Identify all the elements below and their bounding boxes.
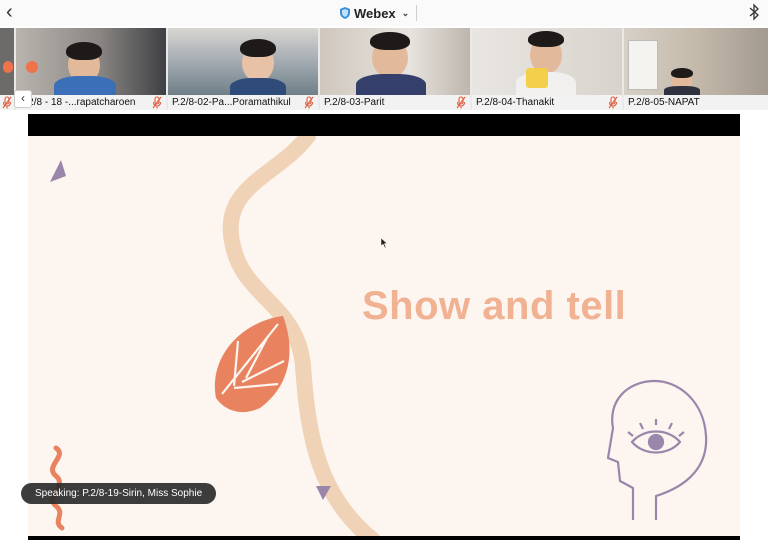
slide-decoration xyxy=(50,136,708,540)
presentation-slide: Show and tell xyxy=(28,136,740,540)
muted-mic-icon xyxy=(2,96,12,109)
meeting-title-menu[interactable]: Webex ⌄ xyxy=(340,4,409,22)
triangle-shape xyxy=(50,160,66,182)
participant-video xyxy=(472,28,622,100)
muted-mic-icon xyxy=(152,96,162,109)
recording-indicator-edge xyxy=(3,61,13,73)
participant-name: P.2/8 - 18 -...rapatcharoen xyxy=(16,95,166,110)
participant-tile[interactable]: P.2/8-02-Pa...Poramathikul xyxy=(168,28,318,110)
participant-tile[interactable]: P.2/8-05-NAPAT xyxy=(624,28,768,110)
monstera-leaf-icon xyxy=(214,316,290,413)
participant-video xyxy=(320,28,470,100)
participant-tile[interactable]: P.2/8-04-Thanakit xyxy=(472,28,622,110)
chevron-down-icon: ⌄ xyxy=(401,7,410,18)
participant-video xyxy=(624,28,768,96)
mouse-pointer-icon xyxy=(381,238,388,248)
muted-mic-icon xyxy=(608,96,618,109)
muted-mic-icon xyxy=(456,96,466,109)
bottom-letterbox xyxy=(28,536,740,540)
head-eye-icon xyxy=(606,379,708,520)
participant-name: P.2/8-03-Parit xyxy=(320,95,470,110)
participant-name: P.2/8-04-Thanakit xyxy=(472,95,622,110)
participant-name: P.2/8-02-Pa...Poramathikul xyxy=(168,95,318,110)
back-chevron-icon[interactable]: ‹ xyxy=(6,2,13,22)
app-title: Webex xyxy=(354,5,396,21)
title-divider xyxy=(416,5,417,21)
participant-tile[interactable]: P.2/8-03-Parit xyxy=(320,28,470,110)
participant-tile[interactable]: P.2/8 - 18 -...rapatcharoen xyxy=(16,28,166,110)
top-bar: ‹ Webex ⌄ xyxy=(0,0,768,26)
shield-icon xyxy=(340,7,350,19)
participant-name: P.2/8-05-NAPAT xyxy=(624,95,768,110)
shared-content-area: Show and tell xyxy=(28,114,740,540)
recording-dot-icon xyxy=(26,61,38,73)
slide-title: Show and tell xyxy=(362,284,627,328)
scroll-left-button[interactable]: ‹ xyxy=(14,90,32,108)
participant-video xyxy=(168,28,318,100)
participant-strip: P.2/8 - 18 -...rapatcharoen P.2/8-02-Pa.… xyxy=(0,28,768,110)
muted-mic-icon xyxy=(304,96,314,109)
active-speaker-label: Speaking: P.2/8-19-Sirin, Miss Sophie xyxy=(21,483,217,504)
bluetooth-icon xyxy=(749,3,759,21)
participant-video xyxy=(16,28,166,100)
